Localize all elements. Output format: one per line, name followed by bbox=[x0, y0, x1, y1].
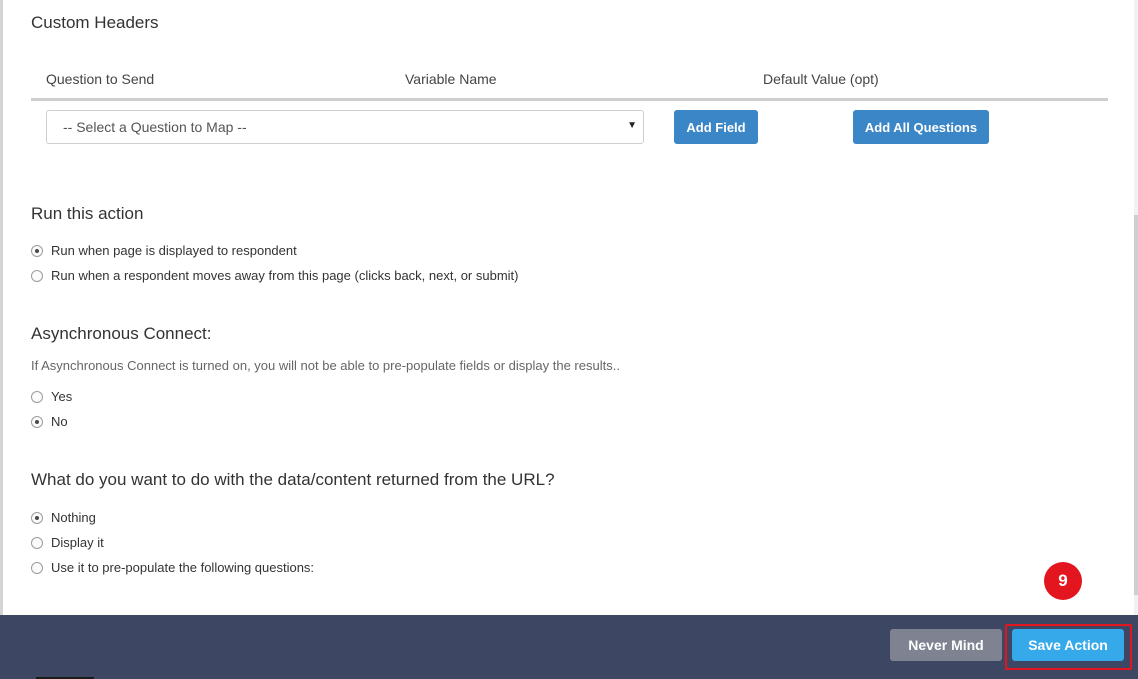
left-edge bbox=[0, 0, 3, 615]
data-option-prepopulate-label: Use it to pre-populate the following que… bbox=[51, 560, 315, 575]
run-option-moves-away[interactable]: Run when a respondent moves away from th… bbox=[31, 268, 519, 283]
data-option-prepopulate[interactable]: Use it to pre-populate the following que… bbox=[31, 560, 314, 575]
radio-selected[interactable] bbox=[31, 511, 43, 524]
save-action-button[interactable]: Save Action bbox=[1012, 629, 1124, 661]
column-default-value: Default Value (opt) bbox=[763, 71, 879, 87]
radio-selected[interactable] bbox=[31, 244, 43, 257]
async-connect-help: If Asynchronous Connect is turned on, yo… bbox=[31, 358, 620, 373]
run-option-displayed-label: Run when page is displayed to respondent bbox=[51, 243, 297, 258]
radio-unselected[interactable] bbox=[31, 561, 43, 574]
async-connect-title: Asynchronous Connect: bbox=[31, 324, 212, 343]
header-divider bbox=[31, 98, 1108, 101]
scrollbar-thumb[interactable] bbox=[1134, 215, 1138, 595]
question-select-value: -- Select a Question to Map -- bbox=[63, 119, 247, 135]
column-question-to-send: Question to Send bbox=[46, 71, 155, 87]
step-badge: 9 bbox=[1044, 562, 1082, 600]
run-action-title: Run this action bbox=[31, 204, 144, 223]
never-mind-button[interactable]: Never Mind bbox=[890, 629, 1002, 661]
async-option-no-label: No bbox=[51, 414, 68, 429]
radio-selected[interactable] bbox=[31, 415, 43, 428]
async-option-no[interactable]: No bbox=[31, 414, 68, 429]
data-option-nothing-label: Nothing bbox=[51, 510, 96, 525]
async-option-yes-label: Yes bbox=[51, 389, 73, 404]
column-variable-name: Variable Name bbox=[405, 71, 497, 87]
add-field-button[interactable]: Add Field bbox=[674, 110, 758, 144]
question-select[interactable]: -- Select a Question to Map -- ▼ bbox=[46, 110, 644, 144]
async-option-yes[interactable]: Yes bbox=[31, 389, 72, 404]
radio-unselected[interactable] bbox=[31, 390, 43, 403]
caret-down-icon: ▼ bbox=[627, 120, 637, 131]
data-option-display[interactable]: Display it bbox=[31, 535, 104, 550]
run-option-displayed[interactable]: Run when page is displayed to respondent bbox=[31, 243, 297, 258]
custom-headers-title: Custom Headers bbox=[31, 13, 159, 32]
radio-unselected[interactable] bbox=[31, 269, 43, 282]
radio-unselected[interactable] bbox=[31, 536, 43, 549]
modal-footer: Never Mind Save Action bbox=[0, 615, 1138, 679]
data-option-nothing[interactable]: Nothing bbox=[31, 510, 96, 525]
run-option-moves-away-label: Run when a respondent moves away from th… bbox=[51, 268, 519, 283]
add-all-questions-button[interactable]: Add All Questions bbox=[853, 110, 989, 144]
returned-data-title: What do you want to do with the data/con… bbox=[31, 470, 555, 489]
data-option-display-label: Display it bbox=[51, 535, 104, 550]
